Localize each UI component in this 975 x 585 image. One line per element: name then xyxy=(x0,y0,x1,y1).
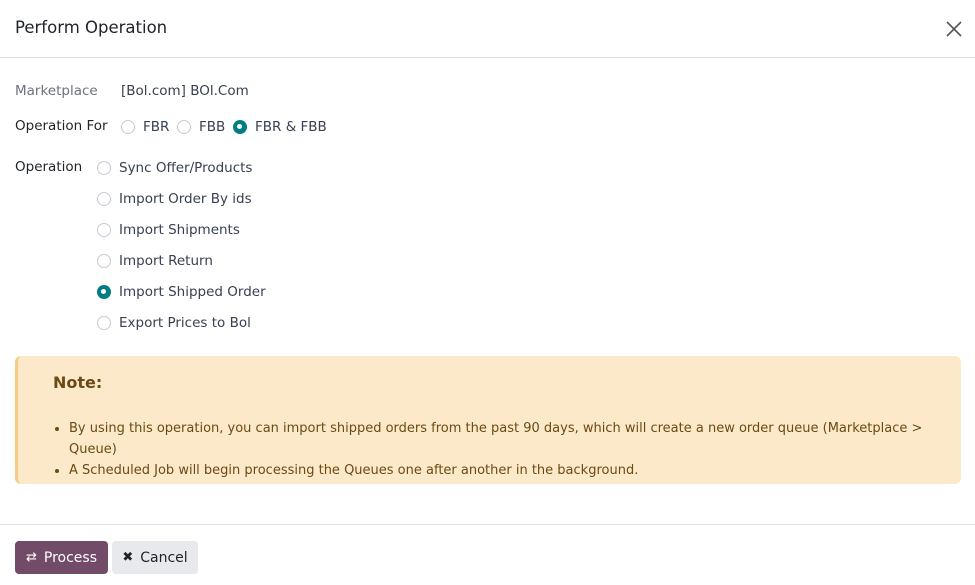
radio-export-prices-to-bol-label: Export Prices to Bol xyxy=(119,315,251,331)
cancel-button-label: Cancel xyxy=(140,549,188,566)
radio-sync-offer-products-circle[interactable] xyxy=(97,161,111,175)
operation-for-label: Operation For xyxy=(15,118,108,134)
operation-label: Operation xyxy=(15,159,83,175)
note-item: A Scheduled Job will begin processing th… xyxy=(69,460,961,481)
note-item: By using this operation, you can import … xyxy=(69,418,961,460)
radio-export-prices-to-bol-circle[interactable] xyxy=(97,316,111,330)
radio-fbr[interactable]: FBR xyxy=(121,119,169,135)
radio-fbr-fbb-circle[interactable] xyxy=(233,120,247,134)
radio-import-order-by-ids-label: Import Order By ids xyxy=(119,191,252,207)
note-list: By using this operation, you can import … xyxy=(69,418,961,481)
process-button[interactable]: ⇄ Process xyxy=(15,541,108,574)
radio-import-return-label: Import Return xyxy=(119,253,213,269)
radio-fbr-fbb[interactable]: FBR & FBB xyxy=(233,119,327,135)
radio-import-shipped-order-circle[interactable] xyxy=(97,285,111,299)
dialog-header: Perform Operation xyxy=(0,0,975,58)
radio-fbr-label: FBR xyxy=(143,119,170,135)
radio-import-shipments[interactable]: Import Shipments xyxy=(97,222,240,238)
radio-fbb[interactable]: FBB xyxy=(177,119,225,135)
radio-fbb-circle[interactable] xyxy=(177,120,191,134)
marketplace-label: Marketplace xyxy=(15,83,98,99)
cancel-button[interactable]: ✖ Cancel xyxy=(112,541,198,574)
note-box: Note: By using this operation, you can i… xyxy=(15,356,961,484)
exchange-icon: ⇄ xyxy=(25,550,37,565)
x-icon: ✖ xyxy=(122,550,134,565)
radio-import-return[interactable]: Import Return xyxy=(97,253,213,269)
radio-import-return-circle[interactable] xyxy=(97,254,111,268)
radio-import-shipped-order-label: Import Shipped Order xyxy=(119,284,266,300)
radio-import-order-by-ids-circle[interactable] xyxy=(97,192,111,206)
radio-fbr-fbb-label: FBR & FBB xyxy=(255,119,327,135)
radio-import-shipped-order[interactable]: Import Shipped Order xyxy=(97,284,266,300)
close-icon[interactable] xyxy=(944,19,964,39)
process-button-label: Process xyxy=(43,549,97,566)
radio-import-shipments-circle[interactable] xyxy=(97,223,111,237)
radio-fbb-label: FBB xyxy=(199,119,226,135)
radio-import-order-by-ids[interactable]: Import Order By ids xyxy=(97,191,252,207)
note-title: Note: xyxy=(53,373,103,392)
radio-export-prices-to-bol[interactable]: Export Prices to Bol xyxy=(97,315,251,331)
marketplace-value: [Bol.com] BOl.Com xyxy=(121,83,249,99)
dialog-title: Perform Operation xyxy=(15,18,168,37)
radio-sync-offer-products-label: Sync Offer/Products xyxy=(119,160,253,176)
radio-fbr-circle[interactable] xyxy=(121,120,135,134)
radio-sync-offer-products[interactable]: Sync Offer/Products xyxy=(97,160,252,176)
radio-import-shipments-label: Import Shipments xyxy=(119,222,240,238)
